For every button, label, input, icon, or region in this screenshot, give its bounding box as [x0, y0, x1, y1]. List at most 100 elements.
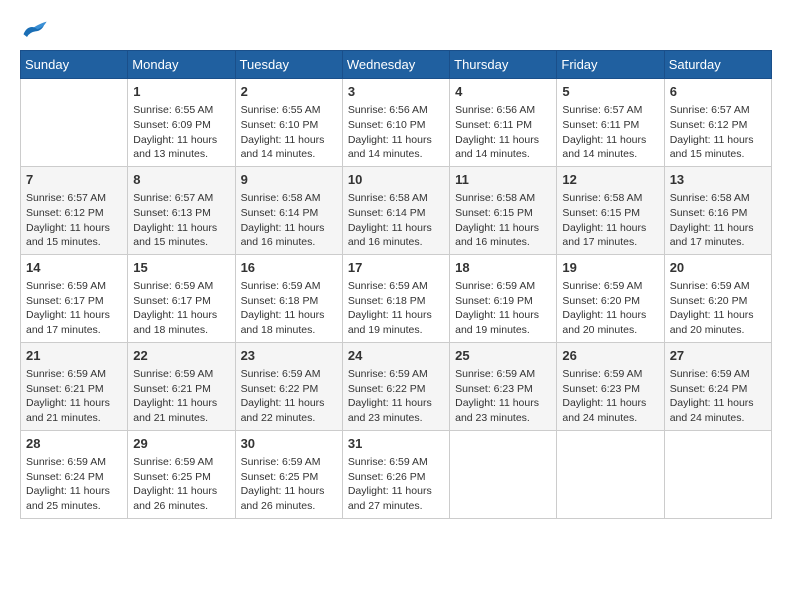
page-header — [20, 20, 772, 40]
week-row-4: 21 Sunrise: 6:59 AMSunset: 6:21 PMDayligh… — [21, 342, 772, 430]
calendar-cell: 17 Sunrise: 6:59 AMSunset: 6:18 PMDayligh… — [342, 254, 449, 342]
day-content: Sunrise: 6:59 AMSunset: 6:20 PMDaylight:… — [562, 279, 658, 338]
day-number: 12 — [562, 171, 658, 189]
day-content: Sunrise: 6:59 AMSunset: 6:20 PMDaylight:… — [670, 279, 766, 338]
logo-bird-icon — [20, 20, 48, 40]
day-content: Sunrise: 6:58 AMSunset: 6:14 PMDaylight:… — [348, 191, 444, 250]
calendar-cell: 27Sunrise: 6:59 AMSunset: 6:24 PMDayligh… — [664, 342, 771, 430]
day-content: Sunrise: 6:59 AMSunset: 6:17 PMDaylight:… — [26, 279, 122, 338]
calendar-cell: 30Sunrise: 6:59 AMSunset: 6:25 PMDayligh… — [235, 430, 342, 518]
day-content: Sunrise: 6:58 AMSunset: 6:15 PMDaylight:… — [562, 191, 658, 250]
day-number: 26 — [562, 347, 658, 365]
day-number: 15 — [133, 259, 229, 277]
day-number: 23 — [241, 347, 337, 365]
day-content: Sunrise: 6:56 AMSunset: 6:11 PMDaylight:… — [455, 103, 551, 162]
calendar-cell: 14 Sunrise: 6:59 AMSunset: 6:17 PMDayligh… — [21, 254, 128, 342]
day-number: 9 — [241, 171, 337, 189]
day-number: 28 — [26, 435, 122, 453]
column-header-tuesday: Tuesday — [235, 51, 342, 79]
week-row-5: 28 Sunrise: 6:59 AMSunset: 6:24 PMDayligh… — [21, 430, 772, 518]
column-header-monday: Monday — [128, 51, 235, 79]
calendar-cell: 22 Sunrise: 6:59 AMSunset: 6:21 PMDayligh… — [128, 342, 235, 430]
calendar-cell — [557, 430, 664, 518]
day-content: Sunrise: 6:59 AMSunset: 6:23 PMDaylight:… — [455, 367, 551, 426]
day-content: Sunrise: 6:57 AMSunset: 6:11 PMDaylight:… — [562, 103, 658, 162]
calendar-cell: 6 Sunrise: 6:57 AMSunset: 6:12 PMDaylight… — [664, 79, 771, 167]
calendar-cell: 29 Sunrise: 6:59 AMSunset: 6:25 PMDayligh… — [128, 430, 235, 518]
day-number: 30 — [241, 435, 337, 453]
day-content: Sunrise: 6:56 AMSunset: 6:10 PMDaylight:… — [348, 103, 444, 162]
day-content: Sunrise: 6:59 AMSunset: 6:23 PMDaylight:… — [562, 367, 658, 426]
day-content: Sunrise: 6:59 AMSunset: 6:22 PMDaylight:… — [241, 367, 337, 426]
day-content: Sunrise: 6:59 AMSunset: 6:24 PMDaylight:… — [26, 455, 122, 514]
day-content: Sunrise: 6:59 AMSunset: 6:18 PMDaylight:… — [348, 279, 444, 338]
day-content: Sunrise: 6:55 AMSunset: 6:09 PMDaylight:… — [133, 103, 229, 162]
column-header-sunday: Sunday — [21, 51, 128, 79]
day-number: 31 — [348, 435, 444, 453]
day-number: 21 — [26, 347, 122, 365]
week-row-2: 7 Sunrise: 6:57 AMSunset: 6:12 PMDaylight… — [21, 166, 772, 254]
logo — [20, 20, 52, 40]
day-number: 7 — [26, 171, 122, 189]
day-number: 11 — [455, 171, 551, 189]
calendar-cell: 21 Sunrise: 6:59 AMSunset: 6:21 PMDayligh… — [21, 342, 128, 430]
day-content: Sunrise: 6:59 AMSunset: 6:21 PMDaylight:… — [133, 367, 229, 426]
week-row-3: 14 Sunrise: 6:59 AMSunset: 6:17 PMDayligh… — [21, 254, 772, 342]
calendar-cell: 28 Sunrise: 6:59 AMSunset: 6:24 PMDayligh… — [21, 430, 128, 518]
day-number: 1 — [133, 83, 229, 101]
day-number: 22 — [133, 347, 229, 365]
calendar-cell — [664, 430, 771, 518]
calendar-cell: 4Sunrise: 6:56 AMSunset: 6:11 PMDaylight… — [450, 79, 557, 167]
calendar-cell: 19 Sunrise: 6:59 AMSunset: 6:20 PMDayligh… — [557, 254, 664, 342]
calendar-table: SundayMondayTuesdayWednesdayThursdayFrid… — [20, 50, 772, 519]
day-content: Sunrise: 6:59 AMSunset: 6:21 PMDaylight:… — [26, 367, 122, 426]
calendar-cell: 5 Sunrise: 6:57 AMSunset: 6:11 PMDaylight… — [557, 79, 664, 167]
day-number: 3 — [348, 83, 444, 101]
day-number: 18 — [455, 259, 551, 277]
calendar-cell: 20 Sunrise: 6:59 AMSunset: 6:20 PMDayligh… — [664, 254, 771, 342]
calendar-cell: 16Sunrise: 6:59 AMSunset: 6:18 PMDayligh… — [235, 254, 342, 342]
calendar-cell — [21, 79, 128, 167]
column-header-saturday: Saturday — [664, 51, 771, 79]
day-number: 6 — [670, 83, 766, 101]
day-number: 24 — [348, 347, 444, 365]
calendar-cell: 23 Sunrise: 6:59 AMSunset: 6:22 PMDayligh… — [235, 342, 342, 430]
calendar-cell: 15 Sunrise: 6:59 AMSunset: 6:17 PMDayligh… — [128, 254, 235, 342]
day-number: 13 — [670, 171, 766, 189]
calendar-cell: 18 Sunrise: 6:59 AMSunset: 6:19 PMDayligh… — [450, 254, 557, 342]
day-number: 8 — [133, 171, 229, 189]
day-number: 14 — [26, 259, 122, 277]
day-content: Sunrise: 6:58 AMSunset: 6:16 PMDaylight:… — [670, 191, 766, 250]
column-header-wednesday: Wednesday — [342, 51, 449, 79]
day-content: Sunrise: 6:57 AMSunset: 6:12 PMDaylight:… — [26, 191, 122, 250]
day-number: 29 — [133, 435, 229, 453]
day-content: Sunrise: 6:59 AMSunset: 6:17 PMDaylight:… — [133, 279, 229, 338]
calendar-cell: 26 Sunrise: 6:59 AMSunset: 6:23 PMDayligh… — [557, 342, 664, 430]
column-header-friday: Friday — [557, 51, 664, 79]
calendar-body: 1 Sunrise: 6:55 AMSunset: 6:09 PMDaylight… — [21, 79, 772, 519]
calendar-cell: 11Sunrise: 6:58 AMSunset: 6:15 PMDayligh… — [450, 166, 557, 254]
day-content: Sunrise: 6:57 AMSunset: 6:12 PMDaylight:… — [670, 103, 766, 162]
calendar-cell: 7 Sunrise: 6:57 AMSunset: 6:12 PMDaylight… — [21, 166, 128, 254]
day-number: 25 — [455, 347, 551, 365]
calendar-cell: 8 Sunrise: 6:57 AMSunset: 6:13 PMDaylight… — [128, 166, 235, 254]
day-content: Sunrise: 6:59 AMSunset: 6:18 PMDaylight:… — [241, 279, 337, 338]
day-content: Sunrise: 6:55 AMSunset: 6:10 PMDaylight:… — [241, 103, 337, 162]
calendar-cell: 1 Sunrise: 6:55 AMSunset: 6:09 PMDaylight… — [128, 79, 235, 167]
calendar-header: SundayMondayTuesdayWednesdayThursdayFrid… — [21, 51, 772, 79]
day-number: 20 — [670, 259, 766, 277]
day-content: Sunrise: 6:59 AMSunset: 6:24 PMDaylight:… — [670, 367, 766, 426]
day-number: 5 — [562, 83, 658, 101]
calendar-cell: 25 Sunrise: 6:59 AMSunset: 6:23 PMDayligh… — [450, 342, 557, 430]
day-number: 2 — [241, 83, 337, 101]
day-content: Sunrise: 6:57 AMSunset: 6:13 PMDaylight:… — [133, 191, 229, 250]
calendar-cell: 9 Sunrise: 6:58 AMSunset: 6:14 PMDaylight… — [235, 166, 342, 254]
day-number: 19 — [562, 259, 658, 277]
day-content: Sunrise: 6:58 AMSunset: 6:14 PMDaylight:… — [241, 191, 337, 250]
calendar-cell — [450, 430, 557, 518]
day-content: Sunrise: 6:59 AMSunset: 6:19 PMDaylight:… — [455, 279, 551, 338]
day-number: 10 — [348, 171, 444, 189]
day-number: 17 — [348, 259, 444, 277]
day-content: Sunrise: 6:59 AMSunset: 6:25 PMDaylight:… — [133, 455, 229, 514]
calendar-cell: 31Sunrise: 6:59 AMSunset: 6:26 PMDayligh… — [342, 430, 449, 518]
